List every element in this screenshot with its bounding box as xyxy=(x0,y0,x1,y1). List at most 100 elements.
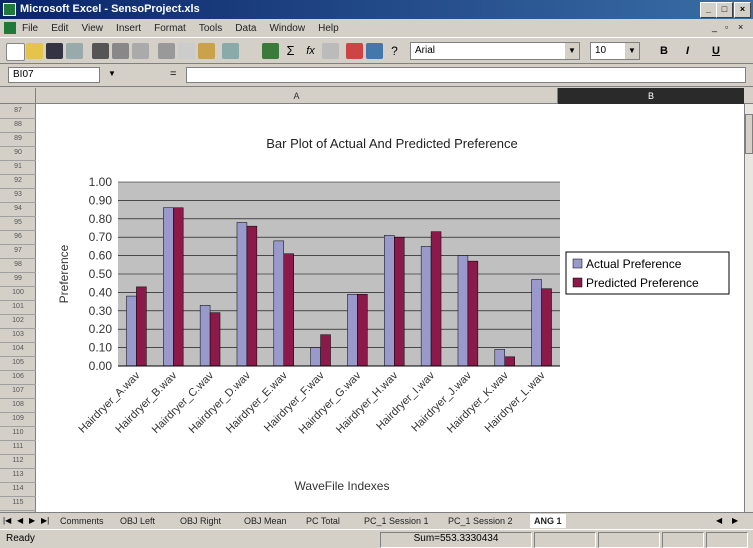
row-header[interactable]: 114 xyxy=(0,482,36,497)
row-header[interactable]: 96 xyxy=(0,230,36,245)
row-header[interactable]: 112 xyxy=(0,454,36,469)
sheet-tab-obj-left[interactable]: OBJ Left xyxy=(120,514,155,528)
row-header[interactable]: 108 xyxy=(0,398,36,413)
doc-close-button[interactable]: × xyxy=(738,22,749,33)
row-header[interactable]: 91 xyxy=(0,160,36,175)
row-header[interactable]: 93 xyxy=(0,188,36,203)
horizontal-scroll-right[interactable]: ▶ xyxy=(732,516,738,525)
row-header[interactable]: 106 xyxy=(0,370,36,385)
row-header[interactable]: 90 xyxy=(0,146,36,161)
print-icon[interactable] xyxy=(92,43,109,59)
font-name-select[interactable]: Arial ▼ xyxy=(410,42,580,60)
menu-format[interactable]: Format xyxy=(154,20,186,38)
undo-icon[interactable] xyxy=(222,43,239,59)
menu-data[interactable]: Data xyxy=(235,20,256,38)
menu-tools[interactable]: Tools xyxy=(199,20,222,38)
menu-help[interactable]: Help xyxy=(318,20,339,38)
sheet-tab-obj-mean[interactable]: OBJ Mean xyxy=(244,514,287,528)
bold-button[interactable]: B xyxy=(660,45,668,57)
menu-insert[interactable]: Insert xyxy=(116,20,141,38)
sheet-tab-ang-1[interactable]: ANG 1 xyxy=(530,514,566,528)
menu-file[interactable]: File xyxy=(22,20,38,38)
first-sheet-button[interactable]: |◀ xyxy=(3,516,11,525)
name-box-dropdown-icon[interactable]: ▼ xyxy=(108,69,116,78)
row-header[interactable]: 103 xyxy=(0,328,36,343)
formula-input[interactable] xyxy=(186,67,746,83)
cut-icon[interactable] xyxy=(158,43,175,59)
drawing-icon[interactable] xyxy=(366,43,383,59)
bar-predicted xyxy=(394,236,405,367)
vertical-scrollbar[interactable] xyxy=(744,104,753,512)
open-icon[interactable] xyxy=(26,43,43,59)
menu-view[interactable]: View xyxy=(81,20,103,38)
minimize-button[interactable]: _ xyxy=(700,2,717,18)
legend[interactable]: Actual Preference Predicted Preference xyxy=(565,251,730,295)
sheet-tab-pc-session-2[interactable]: PC_1 Session 2 xyxy=(448,514,513,528)
menu-window[interactable]: Window xyxy=(269,20,305,38)
function-icon[interactable]: fx xyxy=(302,43,319,59)
hyperlink-icon[interactable] xyxy=(262,43,279,59)
row-header[interactable]: 87 xyxy=(0,104,36,119)
next-sheet-button[interactable]: ▶ xyxy=(29,516,35,525)
row-header[interactable]: 110 xyxy=(0,426,36,441)
workbook-icon[interactable] xyxy=(4,22,16,34)
column-header-a[interactable]: A xyxy=(36,88,558,104)
row-header[interactable]: 94 xyxy=(0,202,36,217)
row-header[interactable]: 92 xyxy=(0,174,36,189)
bar-actual xyxy=(494,349,505,367)
row-header[interactable]: 105 xyxy=(0,356,36,371)
copy-icon[interactable] xyxy=(178,43,195,59)
scrollbar-thumb[interactable] xyxy=(745,114,753,154)
chart-wizard-icon[interactable] xyxy=(346,43,363,59)
save-icon[interactable] xyxy=(46,43,63,59)
row-header[interactable]: 104 xyxy=(0,342,36,357)
last-sheet-button[interactable]: ▶| xyxy=(41,516,49,525)
paste-icon[interactable] xyxy=(198,43,215,59)
help-icon[interactable]: ? xyxy=(386,43,403,59)
prev-sheet-button[interactable]: ◀ xyxy=(17,516,23,525)
sheet-tab-pc-session-1[interactable]: PC_1 Session 1 xyxy=(364,514,429,528)
row-header[interactable]: 113 xyxy=(0,468,36,483)
row-header[interactable]: 97 xyxy=(0,244,36,259)
row-header[interactable]: 111 xyxy=(0,440,36,455)
name-box[interactable]: BI07 xyxy=(8,67,100,83)
print-preview-icon[interactable] xyxy=(112,43,129,59)
row-header[interactable]: 99 xyxy=(0,272,36,287)
worksheet-area[interactable]: Bar Plot of Actual And Predicted Prefere… xyxy=(36,104,744,512)
chevron-down-icon[interactable]: ▼ xyxy=(625,43,639,59)
autosum-icon[interactable]: Σ xyxy=(282,43,299,59)
menu-edit[interactable]: Edit xyxy=(51,20,68,38)
row-header[interactable]: 95 xyxy=(0,216,36,231)
row-header[interactable]: 102 xyxy=(0,314,36,329)
row-header[interactable]: 115 xyxy=(0,496,36,511)
doc-minimize-button[interactable]: _ xyxy=(712,22,723,33)
maximize-button[interactable]: □ xyxy=(716,2,733,18)
spelling-icon[interactable] xyxy=(132,43,149,59)
sheet-tab-pc-total[interactable]: PC Total xyxy=(306,514,340,528)
underline-button[interactable]: U xyxy=(712,45,720,57)
italic-button[interactable]: I xyxy=(686,45,689,57)
sheet-tab-comments[interactable]: Comments xyxy=(60,514,104,528)
row-header[interactable]: 89 xyxy=(0,132,36,147)
row-header[interactable]: 109 xyxy=(0,412,36,427)
bar-chart[interactable]: Bar Plot of Actual And Predicted Prefere… xyxy=(36,104,744,512)
row-header[interactable]: 98 xyxy=(0,258,36,273)
row-header[interactable]: 107 xyxy=(0,384,36,399)
row-header[interactable]: 88 xyxy=(0,118,36,133)
sheet-tab-obj-right[interactable]: OBJ Right xyxy=(180,514,221,528)
font-size-select[interactable]: 10 ▼ xyxy=(590,42,640,60)
column-header-b[interactable]: B xyxy=(558,88,744,104)
new-icon[interactable] xyxy=(6,43,25,61)
email-icon[interactable] xyxy=(66,43,83,59)
row-header[interactable]: 100 xyxy=(0,286,36,301)
doc-restore-button[interactable]: ▫ xyxy=(725,22,736,33)
y-tick-label: 0.00 xyxy=(89,359,113,373)
chevron-down-icon[interactable]: ▼ xyxy=(565,43,579,59)
formula-equals-label[interactable]: = xyxy=(170,68,176,80)
row-header[interactable]: 101 xyxy=(0,300,36,315)
sort-icon[interactable] xyxy=(322,43,339,59)
status-cell xyxy=(662,532,704,548)
close-button[interactable]: × xyxy=(734,2,751,18)
horizontal-scroll-left[interactable]: ◀ xyxy=(716,516,722,525)
select-all-corner[interactable] xyxy=(0,88,36,104)
